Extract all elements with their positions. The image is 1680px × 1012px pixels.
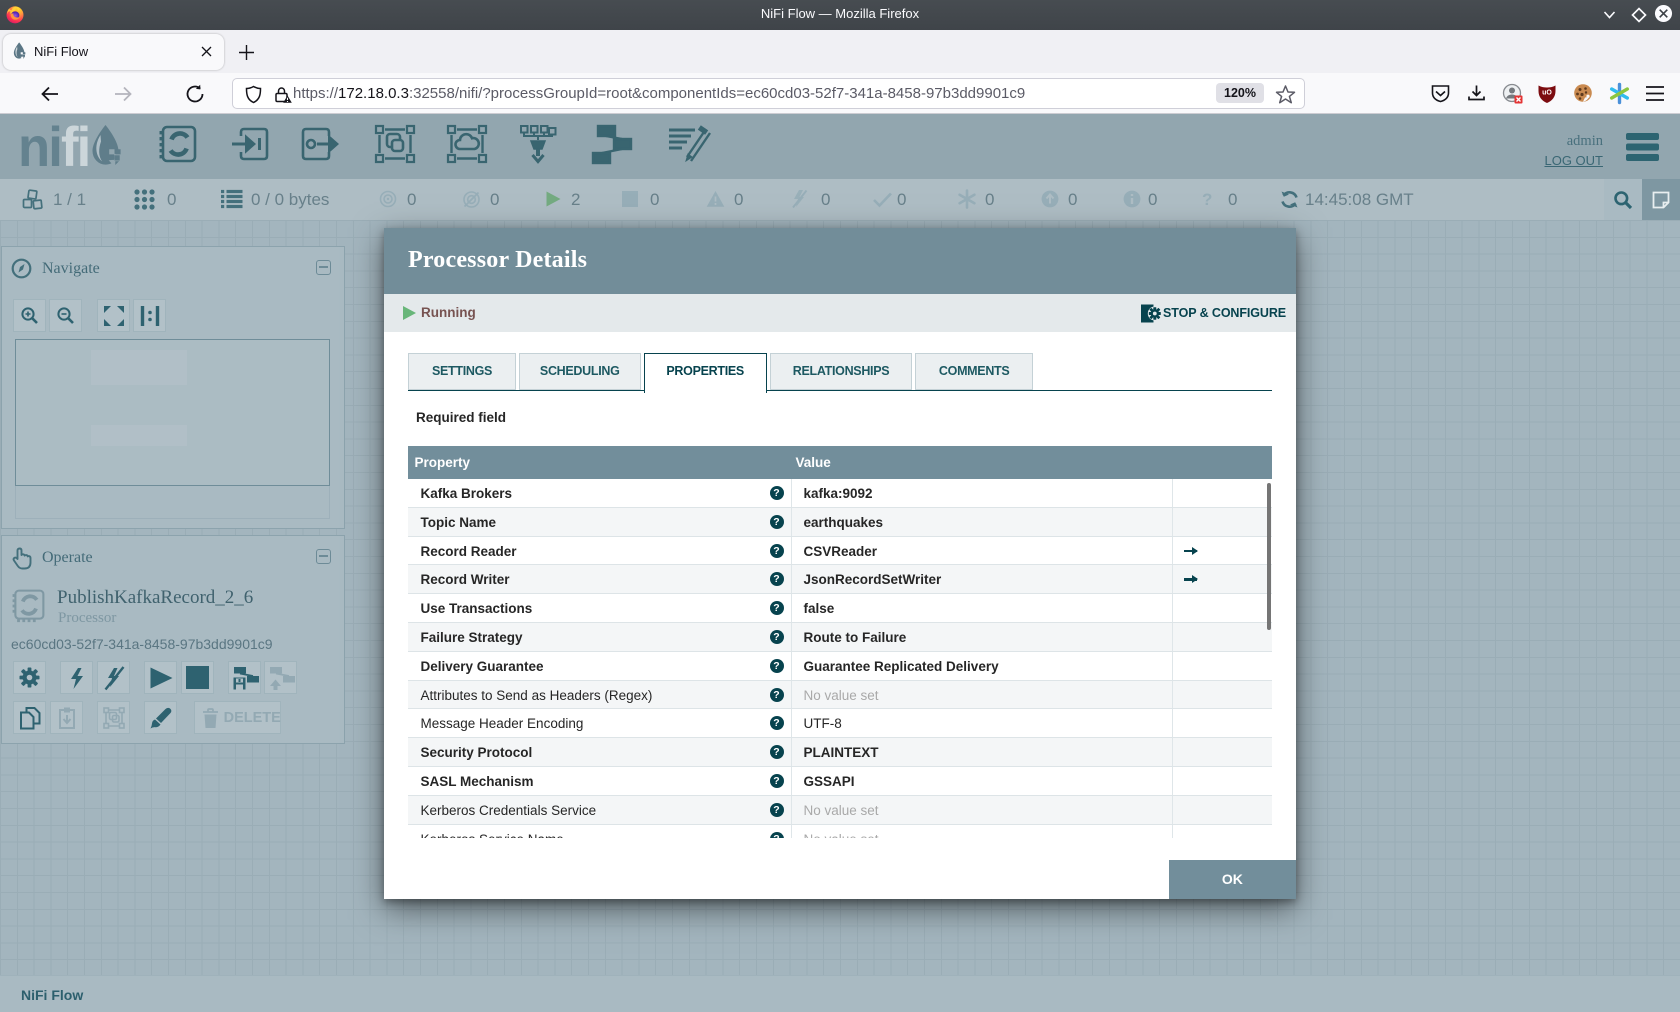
svg-text:uO: uO: [1542, 90, 1552, 97]
